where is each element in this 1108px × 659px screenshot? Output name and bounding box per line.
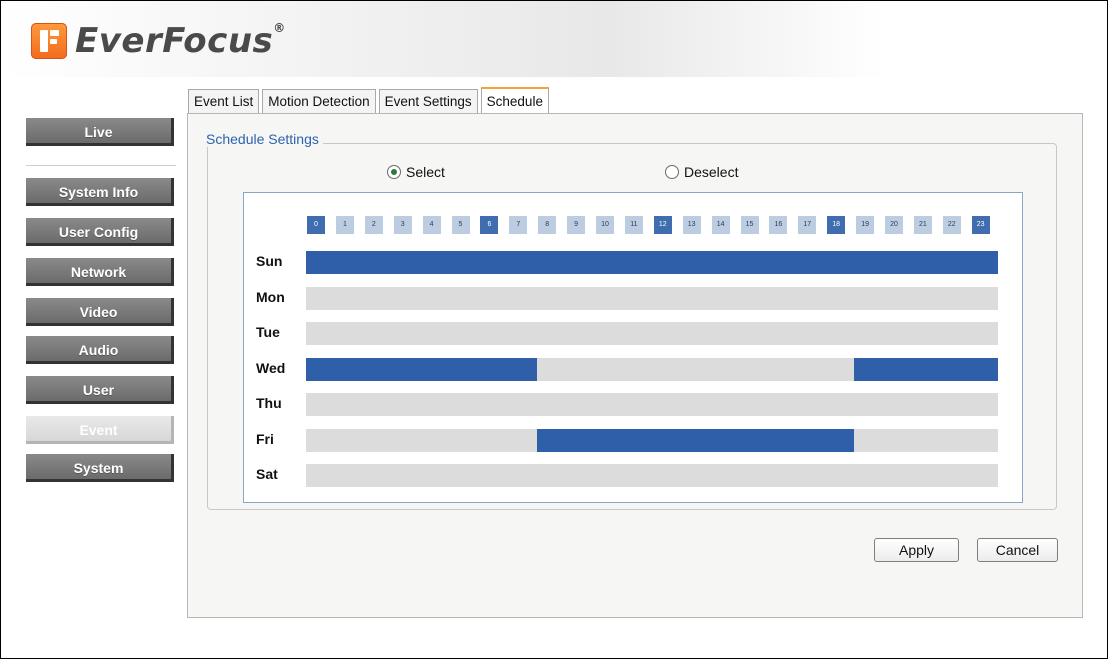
apply-button[interactable]: Apply [874,538,959,562]
scheduled-block[interactable] [306,251,998,274]
sidebar-item-network[interactable]: Network [26,258,174,286]
scheduled-block[interactable] [536,428,854,452]
tab-event-list[interactable]: Event List [188,89,260,114]
hour-cell-19[interactable]: 19 [856,216,875,234]
hour-cell-11[interactable]: 11 [624,216,643,234]
day-label-tue: Tue [256,324,280,340]
hour-cell-8[interactable]: 8 [538,216,557,234]
hour-cell-14[interactable]: 14 [711,216,730,234]
sidebar-item-system[interactable]: System [26,454,174,482]
hour-cell-18[interactable]: 18 [827,216,846,234]
hour-cell-4[interactable]: 4 [422,216,441,234]
hour-cell-21[interactable]: 21 [913,216,932,234]
day-track-fri[interactable] [306,428,998,452]
logo-mark-icon [31,23,67,59]
hour-cell-15[interactable]: 15 [740,216,759,234]
deselect-label: Deselect [684,164,739,180]
day-label-wed: Wed [256,359,286,376]
scheduled-block[interactable] [853,357,998,381]
hour-cell-22[interactable]: 22 [942,216,961,234]
hour-cell-3[interactable]: 3 [393,216,412,234]
hour-cell-13[interactable]: 13 [682,216,701,234]
sidebar-item-user-config[interactable]: User Config [26,218,174,246]
schedule-grid: 0 1 2 3 4 5 6 7 8 9 10 11 12 13 14 15 16 17 18 19 20 21 22 23 S… [243,192,1023,503]
hour-cell-12[interactable]: 12 [653,216,672,234]
deselect-radio[interactable] [665,165,679,179]
day-label-sat: Sat [256,466,278,482]
sidebar-item-live[interactable]: Live [26,118,174,146]
day-track-sat[interactable] [306,464,998,487]
tab-motion-detection[interactable]: Motion Detection [262,89,376,114]
sidebar-item-event[interactable]: Event [26,416,174,444]
sidebar-item-audio[interactable]: Audio [26,336,174,364]
tab-event-settings[interactable]: Event Settings [378,89,478,114]
sidebar-divider [26,165,176,166]
hour-cell-5[interactable]: 5 [451,216,470,234]
day-track-mon[interactable] [306,286,998,310]
day-label-thu: Thu [256,395,282,411]
sidebar-item-system-info[interactable]: System Info [26,178,174,206]
hour-cell-23[interactable]: 23 [971,216,990,234]
select-radio[interactable] [387,165,401,179]
tab-bar: Event List Motion Detection Event Settin… [188,87,552,114]
hour-cell-17[interactable]: 17 [798,216,817,234]
hour-cell-20[interactable]: 20 [885,216,903,234]
hour-cell-7[interactable]: 7 [509,216,528,234]
hour-cell-9[interactable]: 9 [567,216,586,234]
sidebar-item-user[interactable]: User [26,376,174,404]
logo-registered-mark: ® [273,21,286,35]
hour-cell-0[interactable]: 0 [307,216,325,234]
schedule-panel: Schedule Settings Select Deselect 012345… [187,113,1083,618]
hour-cell-16[interactable]: 16 [769,216,788,234]
hour-cell-10[interactable]: 10 [596,216,614,234]
tab-schedule[interactable]: Schedule [480,87,549,114]
scheduled-block[interactable] [306,357,537,381]
hour-cell-2[interactable]: 2 [364,216,383,234]
select-option[interactable]: Select [387,164,445,180]
day-track-tue[interactable] [306,322,998,345]
cancel-button[interactable]: Cancel [977,538,1058,562]
sidebar-item-video[interactable]: Video [26,298,174,326]
day-label-sun: Sun [256,253,283,269]
day-track-sun[interactable] [306,251,998,274]
day-track-wed[interactable] [306,357,998,381]
schedule-settings-legend: Schedule Settings [202,131,323,147]
header-banner: EverFocus® [1,1,1107,77]
day-label-mon: Mon [256,288,285,305]
logo-text: EverFocus® [75,21,286,61]
day-label-fri: Fri [256,430,274,447]
select-label: Select [406,164,445,180]
day-track-thu[interactable] [306,393,998,416]
deselect-option[interactable]: Deselect [665,164,738,180]
hour-cell-6[interactable]: 6 [480,216,499,234]
everfocus-logo: EverFocus® [31,21,286,61]
logo-brand-name: EverFocus [75,21,274,61]
hour-cell-1[interactable]: 1 [335,216,354,234]
